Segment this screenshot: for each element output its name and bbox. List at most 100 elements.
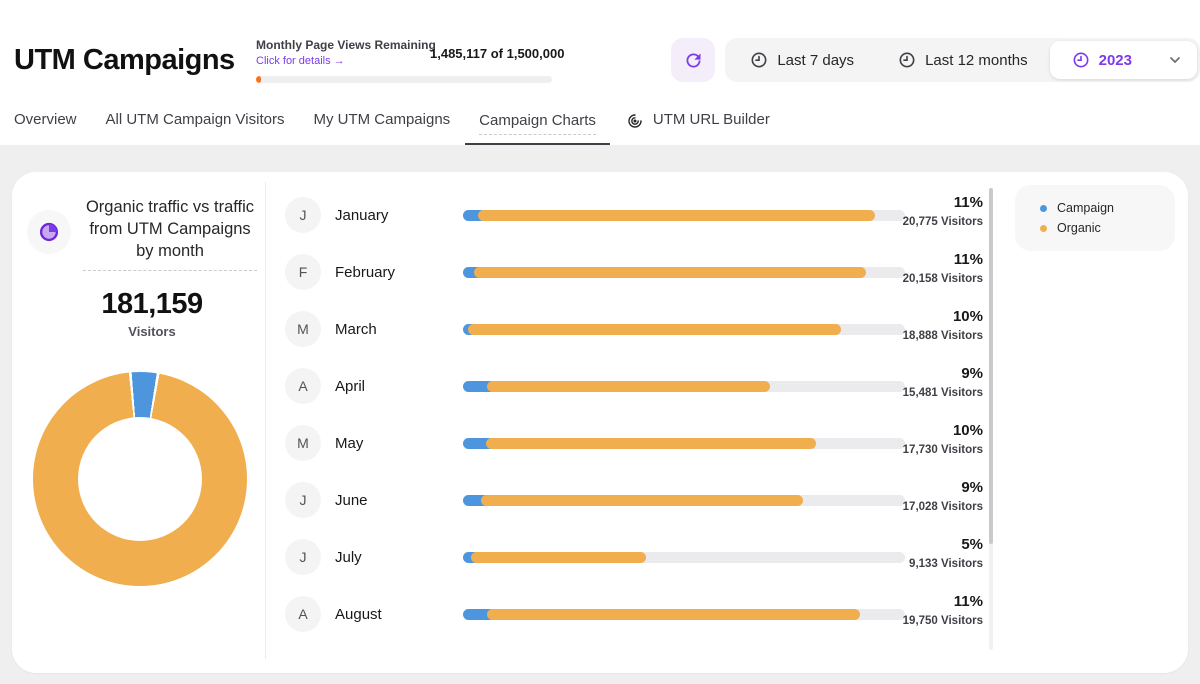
month-list: J January 11% 20,775 Visitors F February…	[283, 187, 983, 643]
clock-icon	[1072, 51, 1090, 69]
month-percentage: 10%	[853, 307, 983, 326]
month-avatar: A	[285, 596, 321, 632]
month-row[interactable]: M May 10% 17,730 Visitors	[283, 415, 983, 472]
chart-card: Organic traffic vs traffic from UTM Camp…	[12, 172, 1188, 673]
chevron-down-icon	[1167, 52, 1183, 68]
donut-chart-title: Organic traffic vs traffic from UTM Camp…	[83, 196, 257, 271]
date-range-control: Last 7 days Last 12 months 2023	[725, 38, 1200, 82]
month-visitors: 9,133 Visitors	[853, 556, 983, 572]
tab-my-utm-campaigns[interactable]: My UTM Campaigns	[313, 96, 450, 145]
header-controls: Last 7 days Last 12 months 2023	[671, 38, 1200, 82]
pie-chart-icon	[27, 210, 71, 254]
total-visitors-label: Visitors	[32, 324, 272, 339]
month-avatar: F	[285, 254, 321, 290]
refresh-button[interactable]	[671, 38, 715, 82]
bar-organic-segment	[478, 210, 875, 221]
month-row[interactable]: J June 9% 17,028 Visitors	[283, 472, 983, 529]
month-avatar: J	[285, 539, 321, 575]
bar-track	[463, 381, 905, 392]
legend-item[interactable]: Campaign	[1040, 198, 1175, 218]
month-label: June	[335, 472, 368, 529]
month-label: February	[335, 244, 395, 301]
app-header: UTM Campaigns Monthly Page Views Remaini…	[0, 0, 1200, 96]
bar-track	[463, 438, 905, 449]
month-label: August	[335, 586, 382, 643]
range-last-12-months-button[interactable]: Last 12 months	[876, 41, 1050, 79]
month-label: April	[335, 358, 365, 415]
range-label: Last 7 days	[777, 52, 854, 69]
legend-dot	[1040, 225, 1047, 232]
month-avatar-letter: M	[297, 435, 309, 451]
chart-legend: Campaign Organic	[1015, 185, 1175, 251]
bar-organic-segment	[487, 609, 860, 620]
month-percentage: 10%	[853, 421, 983, 440]
clock-icon	[898, 51, 916, 69]
month-avatar-letter: J	[300, 207, 307, 223]
month-row[interactable]: F February 11% 20,158 Visitors	[283, 244, 983, 301]
month-avatar: M	[285, 425, 321, 461]
bar-track	[463, 552, 905, 563]
bar-organic-segment	[481, 495, 803, 506]
refresh-icon	[683, 50, 704, 71]
tab-overview[interactable]: Overview	[14, 96, 77, 145]
usage-progress-track	[256, 76, 552, 83]
month-percentage: 11%	[853, 592, 983, 611]
range-label: Last 12 months	[925, 52, 1028, 69]
panel-divider	[265, 182, 266, 659]
month-avatar: J	[285, 197, 321, 233]
range-last-7-days-button[interactable]: Last 7 days	[728, 41, 876, 79]
month-row[interactable]: A August 11% 19,750 Visitors	[283, 586, 983, 643]
month-visitors: 18,888 Visitors	[853, 328, 983, 344]
month-percentage: 9%	[853, 478, 983, 497]
bar-track	[463, 267, 905, 278]
legend-item[interactable]: Organic	[1040, 218, 1175, 238]
month-label: March	[335, 301, 377, 358]
donut-chart	[33, 372, 247, 586]
tab-utm-url-builder[interactable]: UTM URL Builder	[625, 96, 770, 145]
legend-label: Campaign	[1057, 201, 1114, 215]
month-visitors: 20,158 Visitors	[853, 271, 983, 287]
chart-scrollbar-thumb[interactable]	[989, 188, 993, 544]
tab-bar: Overview All UTM Campaign Visitors My UT…	[0, 96, 1200, 145]
clock-icon	[750, 51, 768, 69]
month-avatar-letter: A	[298, 606, 307, 622]
month-avatar-letter: A	[298, 378, 307, 394]
month-label: May	[335, 415, 363, 472]
month-avatar: M	[285, 311, 321, 347]
month-percentage: 9%	[853, 364, 983, 383]
total-visitors-value: 181,159	[32, 288, 272, 321]
month-percentage: 5%	[853, 535, 983, 554]
bar-organic-segment	[474, 267, 866, 278]
usage-details-link[interactable]: Click for details →	[256, 55, 436, 67]
month-percentage: 11%	[853, 193, 983, 212]
month-row[interactable]: A April 9% 15,481 Visitors	[283, 358, 983, 415]
month-label: July	[335, 529, 362, 586]
page-title: UTM Campaigns	[14, 44, 235, 77]
usage-value: 1,485,117 of 1,500,000	[430, 46, 630, 61]
legend-label: Organic	[1057, 221, 1101, 235]
month-percentage: 11%	[853, 250, 983, 269]
bar-organic-segment	[486, 438, 816, 449]
bar-organic-segment	[471, 552, 646, 563]
tab-campaign-charts[interactable]: Campaign Charts	[479, 96, 596, 145]
chart-scrollbar-track	[989, 188, 993, 650]
month-visitors: 17,028 Visitors	[853, 499, 983, 515]
month-avatar-letter: M	[297, 321, 309, 337]
month-row[interactable]: J January 11% 20,775 Visitors	[283, 187, 983, 244]
usage-label: Monthly Page Views Remaining	[256, 38, 436, 52]
month-row[interactable]: J July 5% 9,133 Visitors	[283, 529, 983, 586]
month-avatar-letter: J	[300, 549, 307, 565]
range-label: 2023	[1099, 52, 1132, 69]
tab-all-utm-campaign-visitors[interactable]: All UTM Campaign Visitors	[106, 96, 285, 145]
bar-track	[463, 210, 905, 221]
month-visitors: 20,775 Visitors	[853, 214, 983, 230]
range-year-2023-button[interactable]: 2023	[1050, 41, 1197, 79]
month-avatar: J	[285, 482, 321, 518]
bar-track	[463, 324, 905, 335]
month-row[interactable]: M March 10% 18,888 Visitors	[283, 301, 983, 358]
main-content: Organic traffic vs traffic from UTM Camp…	[0, 145, 1200, 684]
month-visitors: 15,481 Visitors	[853, 385, 983, 401]
month-avatar: A	[285, 368, 321, 404]
bar-track	[463, 609, 905, 620]
usage-meter: Monthly Page Views Remaining Click for d…	[256, 38, 552, 67]
